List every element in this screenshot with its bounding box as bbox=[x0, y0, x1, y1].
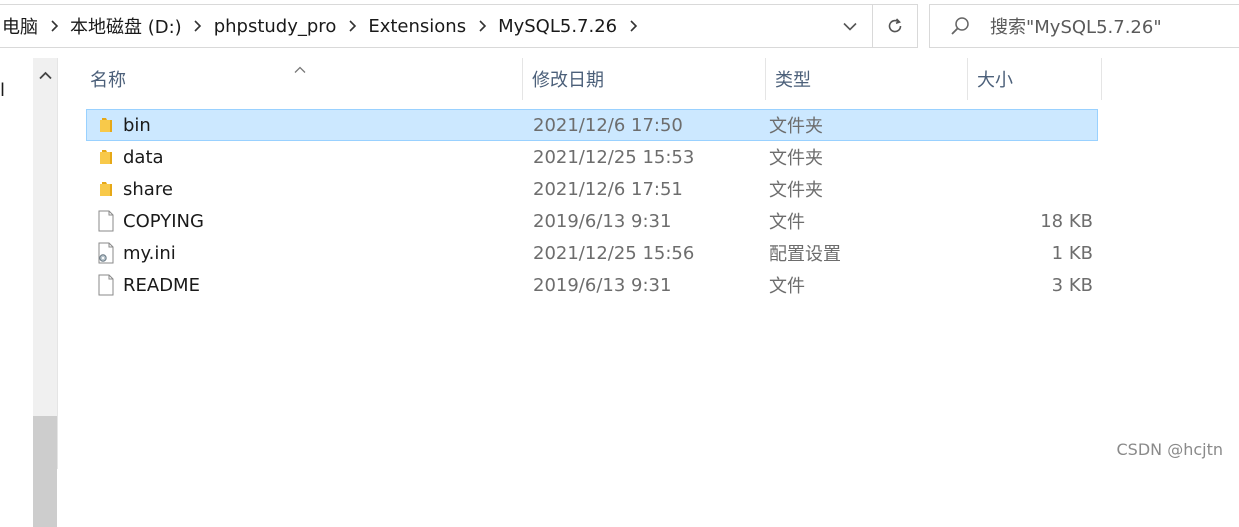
folder-icon bbox=[89, 149, 123, 165]
config-file-icon bbox=[89, 242, 123, 264]
file-name-cell: data bbox=[87, 147, 524, 168]
navigation-item-clipped[interactable]: l bbox=[0, 80, 5, 101]
file-name-cell: my.ini bbox=[87, 242, 524, 264]
file-icon bbox=[89, 210, 123, 232]
file-modified: 2021/12/6 17:51 bbox=[524, 179, 767, 200]
navigation-scrollbar[interactable] bbox=[33, 58, 57, 469]
breadcrumb-chevron-icon[interactable] bbox=[338, 5, 366, 47]
breadcrumb-item-pc[interactable]: 电脑 bbox=[0, 13, 40, 39]
file-name: bin bbox=[123, 115, 151, 136]
file-name-cell: share bbox=[87, 179, 524, 200]
chevron-up-icon bbox=[39, 71, 52, 80]
scroll-up-button[interactable] bbox=[33, 58, 57, 92]
column-header-type-label: 类型 bbox=[775, 66, 811, 92]
folder-icon bbox=[89, 181, 123, 197]
column-header-name[interactable]: 名称 bbox=[86, 58, 523, 100]
chevron-down-icon bbox=[843, 22, 857, 31]
column-header-modified[interactable]: 修改日期 bbox=[523, 58, 766, 100]
breadcrumb: 电脑 本地磁盘 (D:) phpstudy_pro Extensions MyS… bbox=[0, 5, 828, 47]
file-modified: 2021/12/25 15:56 bbox=[524, 243, 767, 264]
file-size: 18 KB bbox=[969, 211, 1097, 232]
file-row-my-ini[interactable]: my.ini 2021/12/25 15:56 配置设置 1 KB bbox=[86, 237, 1098, 269]
file-row-readme[interactable]: README 2019/6/13 9:31 文件 3 KB bbox=[86, 269, 1098, 301]
breadcrumb-chevron-icon[interactable] bbox=[619, 5, 647, 47]
sort-ascending-icon bbox=[294, 58, 306, 79]
file-type: 文件 bbox=[767, 272, 969, 298]
search-icon bbox=[930, 16, 990, 36]
file-size: 3 KB bbox=[969, 275, 1097, 296]
file-modified: 2019/6/13 9:31 bbox=[524, 211, 767, 232]
file-list: 名称 修改日期 类型 大小 bin 2021/12/6 17:50 文件夹 bbox=[62, 58, 1239, 469]
file-type: 配置设置 bbox=[767, 240, 969, 266]
file-icon bbox=[89, 274, 123, 296]
navigation-pane: l bbox=[0, 58, 33, 469]
breadcrumb-chevron-icon[interactable] bbox=[184, 5, 212, 47]
watermark: CSDN @hcjtn bbox=[1117, 440, 1224, 459]
file-type: 文件夹 bbox=[767, 176, 969, 202]
column-header-size[interactable]: 大小 bbox=[968, 58, 1102, 100]
column-header-type[interactable]: 类型 bbox=[766, 58, 968, 100]
file-type: 文件夹 bbox=[767, 112, 969, 138]
file-modified: 2021/12/25 15:53 bbox=[524, 147, 767, 168]
file-type: 文件 bbox=[767, 208, 969, 234]
address-history-dropdown[interactable] bbox=[828, 5, 873, 47]
breadcrumb-chevron-icon[interactable] bbox=[40, 5, 68, 47]
file-name-cell: COPYING bbox=[87, 210, 524, 232]
refresh-button[interactable] bbox=[873, 5, 917, 47]
breadcrumb-item-phpstudy-pro[interactable]: phpstudy_pro bbox=[212, 16, 339, 37]
breadcrumb-chevron-icon[interactable] bbox=[468, 5, 496, 47]
breadcrumb-item-drive-d[interactable]: 本地磁盘 (D:) bbox=[68, 13, 184, 39]
column-header-name-label: 名称 bbox=[90, 66, 126, 92]
file-size: 1 KB bbox=[969, 243, 1097, 264]
breadcrumb-item-mysql[interactable]: MySQL5.7.26 bbox=[496, 16, 619, 37]
address-bar[interactable]: 电脑 本地磁盘 (D:) phpstudy_pro Extensions MyS… bbox=[0, 4, 918, 48]
file-name-cell: README bbox=[87, 274, 524, 296]
file-modified: 2019/6/13 9:31 bbox=[524, 275, 767, 296]
file-row-data[interactable]: data 2021/12/25 15:53 文件夹 bbox=[86, 141, 1098, 173]
file-row-bin[interactable]: bin 2021/12/6 17:50 文件夹 bbox=[86, 109, 1098, 141]
file-type: 文件夹 bbox=[767, 144, 969, 170]
file-row-copying[interactable]: COPYING 2019/6/13 9:31 文件 18 KB bbox=[86, 205, 1098, 237]
column-header-row: 名称 修改日期 类型 大小 bbox=[86, 58, 1102, 100]
file-name: README bbox=[123, 275, 200, 296]
search-box[interactable]: 搜索"MySQL5.7.26" bbox=[929, 4, 1239, 48]
file-name: data bbox=[123, 147, 164, 168]
file-name-cell: bin bbox=[87, 115, 524, 136]
toolbar: 电脑 本地磁盘 (D:) phpstudy_pro Extensions MyS… bbox=[0, 0, 1239, 56]
file-name: my.ini bbox=[123, 243, 176, 264]
file-modified: 2021/12/6 17:50 bbox=[524, 115, 767, 136]
file-name: share bbox=[123, 179, 173, 200]
folder-icon bbox=[89, 117, 123, 133]
scrollbar-track[interactable] bbox=[33, 92, 57, 416]
column-header-size-label: 大小 bbox=[977, 66, 1013, 92]
breadcrumb-item-extensions[interactable]: Extensions bbox=[366, 16, 468, 37]
file-name: COPYING bbox=[123, 211, 204, 232]
search-input[interactable]: 搜索"MySQL5.7.26" bbox=[990, 13, 1162, 39]
refresh-icon bbox=[886, 17, 904, 35]
file-row-share[interactable]: share 2021/12/6 17:51 文件夹 bbox=[86, 173, 1098, 205]
scrollbar-thumb[interactable] bbox=[33, 416, 57, 527]
column-header-modified-label: 修改日期 bbox=[532, 66, 604, 92]
